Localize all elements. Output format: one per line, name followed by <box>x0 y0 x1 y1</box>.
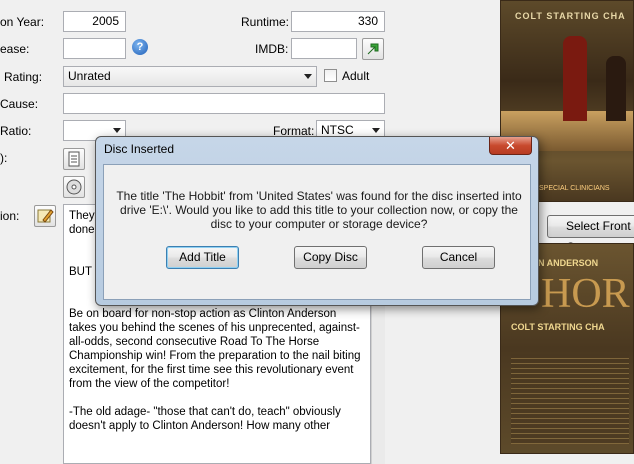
close-icon[interactable]: ✕ <box>489 137 532 155</box>
help-icon[interactable]: ? <box>132 39 148 55</box>
release-label: ease: <box>0 42 30 56</box>
disc-icon[interactable] <box>63 176 85 198</box>
edit-icon[interactable] <box>34 205 56 227</box>
imdb-label: IMDB: <box>255 42 289 56</box>
ratio-label: Ratio: <box>0 124 32 138</box>
cover-fine-print <box>511 354 629 444</box>
dialog-title: Disc Inserted <box>104 142 175 156</box>
runtime-label: Runtime: <box>241 15 290 29</box>
dropdown-arrow-icon <box>304 74 312 79</box>
cover-figure <box>563 36 587 121</box>
rating-label: Rating: <box>4 70 43 84</box>
rating-value: Unrated <box>68 69 111 83</box>
rating-select[interactable]: Unrated <box>63 66 317 87</box>
cause-label: Cause: <box>0 97 39 111</box>
select-front-cover-button[interactable]: Select Front C <box>547 215 634 254</box>
cover-bottom-title: ON ANDERSON <box>531 258 599 268</box>
adult-label: Adult <box>342 69 370 83</box>
adult-checkbox[interactable] <box>324 69 337 82</box>
release-input[interactable] <box>63 38 126 59</box>
imdb-link-icon[interactable] <box>362 38 384 60</box>
format-value: NTSC <box>321 123 354 137</box>
year-input[interactable]: 2005 <box>63 11 126 32</box>
desc-para3: Be on board for non-stop action as Clint… <box>69 308 361 390</box>
cause-input[interactable] <box>63 93 385 114</box>
dropdown-arrow-icon <box>113 128 121 133</box>
cover-tagline: SPECIAL CLINICIANS <box>539 185 610 192</box>
imdb-input[interactable] <box>291 38 357 59</box>
cover-figure-2 <box>606 56 626 121</box>
notes-icon[interactable] <box>63 148 85 170</box>
runtime-input[interactable]: 330 <box>291 11 385 32</box>
cancel-button[interactable]: Cancel <box>422 246 495 269</box>
description-label: ion: <box>0 209 20 223</box>
add-title-button[interactable]: Add Title <box>166 246 239 269</box>
cover-big-letters: HOR <box>541 271 630 317</box>
desc-para1b: done <box>69 224 95 236</box>
desc-para1: They <box>69 210 95 222</box>
cover-top-text: COLT STARTING CHA <box>515 11 626 21</box>
copy-disc-button[interactable]: Copy Disc <box>294 246 367 269</box>
dialog-body: The title 'The Hobbit' from 'United Stat… <box>103 164 531 300</box>
desc-para4: -The old adage- "those that can't do, te… <box>69 406 341 432</box>
dialog-message: The title 'The Hobbit' from 'United Stat… <box>116 189 522 231</box>
dropdown-arrow-icon <box>372 128 380 133</box>
disc-inserted-dialog: Disc Inserted ✕ The title 'The Hobbit' f… <box>95 136 539 306</box>
row-label: ): <box>0 151 8 165</box>
year-label: on Year: <box>0 15 45 29</box>
cover-bottom-sub: COLT STARTING CHA <box>511 322 605 332</box>
